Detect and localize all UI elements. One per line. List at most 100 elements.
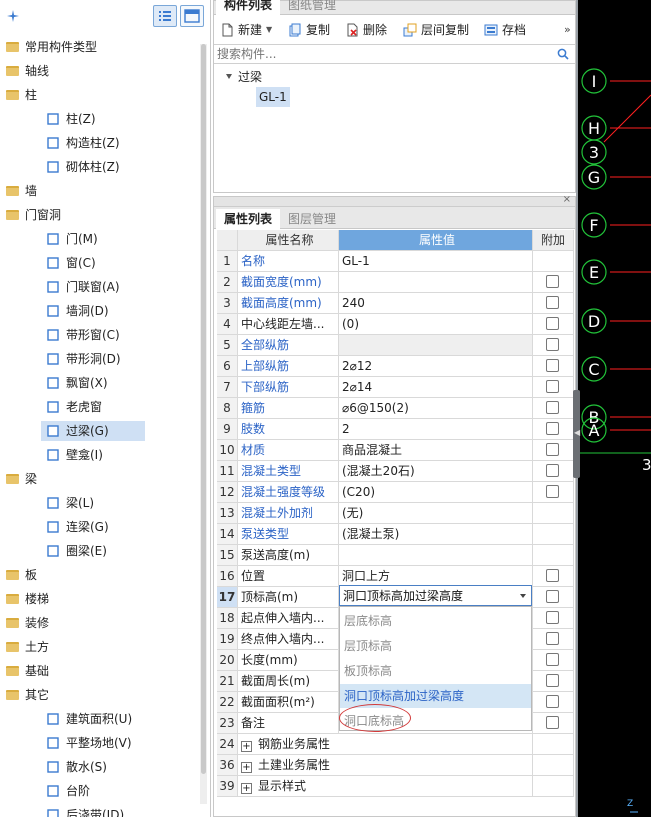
property-value[interactable] <box>339 335 533 355</box>
property-value[interactable] <box>339 272 533 292</box>
new-dropdown-icon[interactable]: ▼ <box>266 22 272 38</box>
tree-item[interactable]: 门联窗(A) <box>0 276 200 298</box>
more-toolbar-button[interactable]: » <box>564 22 571 38</box>
floor-copy-button[interactable]: 层间复制 <box>403 22 469 38</box>
property-value[interactable]: (C20) <box>339 482 533 502</box>
panel-collapse-handle[interactable]: ◀ <box>573 390 580 478</box>
tree-item[interactable]: 带形窗(C) <box>0 324 200 346</box>
tree-item[interactable]: 平整场地(V) <box>0 732 200 754</box>
tree-item[interactable]: 门(M) <box>0 228 200 250</box>
component-tree-parent[interactable]: 过梁 <box>226 68 262 85</box>
component-search-input[interactable] <box>217 46 547 62</box>
component-tree-item-gl1[interactable]: GL-1 <box>256 87 290 107</box>
extra-checkbox[interactable] <box>546 695 559 708</box>
tab-property-list[interactable]: 属性列表 <box>216 209 281 229</box>
property-value[interactable]: 商品混凝土 <box>339 440 533 460</box>
property-value[interactable]: 2⌀12 <box>339 356 533 376</box>
property-value[interactable]: 洞口上方 <box>339 566 533 586</box>
left-scrollbar[interactable] <box>200 44 207 804</box>
extra-checkbox[interactable] <box>546 296 559 309</box>
tree-item[interactable]: 构造柱(Z) <box>0 132 200 154</box>
top-elevation-select[interactable]: 洞口顶标高加过梁高度 <box>339 585 532 606</box>
property-value[interactable]: (无) <box>339 503 533 523</box>
tree-category[interactable]: 常用构件类型 <box>0 36 200 58</box>
dropdown-option[interactable]: 板顶标高 <box>340 659 531 683</box>
property-value[interactable]: GL-1 <box>339 251 533 271</box>
tree-item[interactable]: 窗(C) <box>0 252 200 274</box>
add-sparkle-icon[interactable] <box>6 9 20 23</box>
tree-category[interactable]: 轴线 <box>0 60 200 82</box>
extra-checkbox[interactable] <box>546 464 559 477</box>
property-row[interactable]: 9 肢数 2 <box>217 419 574 440</box>
property-row[interactable]: 1 名称 GL-1 <box>217 251 574 272</box>
list-view-button[interactable] <box>153 5 177 27</box>
property-group-row[interactable]: 39 + 显示样式 <box>217 776 574 797</box>
property-group-row[interactable]: 24 + 钢筋业务属性 <box>217 734 574 755</box>
cad-drawing-view[interactable]: IH3GFEDCBA3 Z <box>578 0 651 817</box>
close-icon[interactable]: × <box>563 194 571 205</box>
tree-category[interactable]: 其它 <box>0 684 200 706</box>
extra-checkbox[interactable] <box>546 422 559 435</box>
save-archive-button[interactable]: 存档 <box>484 22 526 38</box>
dropdown-option[interactable]: 层底标高 <box>340 609 531 633</box>
delete-button[interactable]: 删除 <box>345 22 387 38</box>
extra-checkbox[interactable] <box>546 401 559 414</box>
extra-checkbox[interactable] <box>546 275 559 288</box>
tree-item[interactable]: 柱(Z) <box>0 108 200 130</box>
property-value[interactable]: (0) <box>339 314 533 334</box>
property-row[interactable]: 8 箍筋 ⌀6@150(2) <box>217 398 574 419</box>
extra-checkbox[interactable] <box>546 485 559 498</box>
expand-plus-icon[interactable]: + <box>241 783 252 794</box>
tree-category[interactable]: 梁 <box>0 468 200 490</box>
tree-item[interactable]: 砌体柱(Z) <box>0 156 200 178</box>
tree-category[interactable]: 门窗洞 <box>0 204 200 226</box>
tree-item[interactable]: 飘窗(X) <box>0 372 200 394</box>
property-group-row[interactable]: 36 + 土建业务属性 <box>217 755 574 776</box>
extra-checkbox[interactable] <box>546 359 559 372</box>
property-row[interactable]: 2 截面宽度(mm) <box>217 272 574 293</box>
tree-category[interactable]: 楼梯 <box>0 588 200 610</box>
property-value[interactable] <box>339 545 533 565</box>
property-row[interactable]: 7 下部纵筋 2⌀14 <box>217 377 574 398</box>
extra-checkbox[interactable] <box>546 380 559 393</box>
copy-button[interactable]: 复制 <box>288 22 330 38</box>
tree-item[interactable]: 台阶 <box>0 780 200 802</box>
extra-checkbox[interactable] <box>546 632 559 645</box>
property-value[interactable]: 240 <box>339 293 533 313</box>
chevron-down-icon[interactable] <box>520 594 526 598</box>
property-row[interactable]: 3 截面高度(mm) 240 <box>217 293 574 314</box>
tree-item[interactable]: 连梁(G) <box>0 516 200 538</box>
property-row[interactable]: 6 上部纵筋 2⌀12 <box>217 356 574 377</box>
tree-category[interactable]: 基础 <box>0 660 200 682</box>
left-scrollbar-thumb[interactable] <box>201 44 206 774</box>
tree-item[interactable]: 老虎窗 <box>0 396 200 418</box>
tab-drawing-management[interactable]: 图纸管理 <box>280 0 344 15</box>
tree-item[interactable]: 散水(S) <box>0 756 200 778</box>
extra-checkbox[interactable] <box>546 674 559 687</box>
property-value[interactable]: 2 <box>339 419 533 439</box>
extra-checkbox[interactable] <box>546 569 559 582</box>
expand-plus-icon[interactable]: + <box>241 762 252 773</box>
extra-checkbox[interactable] <box>546 338 559 351</box>
extra-checkbox[interactable] <box>546 716 559 729</box>
expand-plus-icon[interactable]: + <box>241 741 252 752</box>
extra-checkbox[interactable] <box>546 653 559 666</box>
tree-item[interactable]: 后浇带(JD) <box>0 804 200 817</box>
property-row[interactable]: 11 混凝土类型 (混凝土20石) <box>217 461 574 482</box>
tree-category[interactable]: 板 <box>0 564 200 586</box>
extra-checkbox[interactable] <box>546 590 559 603</box>
property-value[interactable]: (混凝土泵) <box>339 524 533 544</box>
tree-item[interactable]: 建筑面积(U) <box>0 708 200 730</box>
extra-checkbox[interactable] <box>546 611 559 624</box>
collapse-triangle-icon[interactable] <box>226 74 232 79</box>
property-row[interactable]: 12 混凝土强度等级 (C20) <box>217 482 574 503</box>
property-row[interactable]: 16 位置 洞口上方 <box>217 566 574 587</box>
property-value[interactable]: ⌀6@150(2) <box>339 398 533 418</box>
tree-item[interactable]: 梁(L) <box>0 492 200 514</box>
extra-checkbox[interactable] <box>546 443 559 456</box>
tree-category[interactable]: 装修 <box>0 612 200 634</box>
property-row[interactable]: 5 全部纵筋 <box>217 335 574 356</box>
card-view-button[interactable] <box>180 5 204 27</box>
tree-item[interactable]: 墙洞(D) <box>0 300 200 322</box>
tree-item[interactable]: 圈梁(E) <box>0 540 200 562</box>
